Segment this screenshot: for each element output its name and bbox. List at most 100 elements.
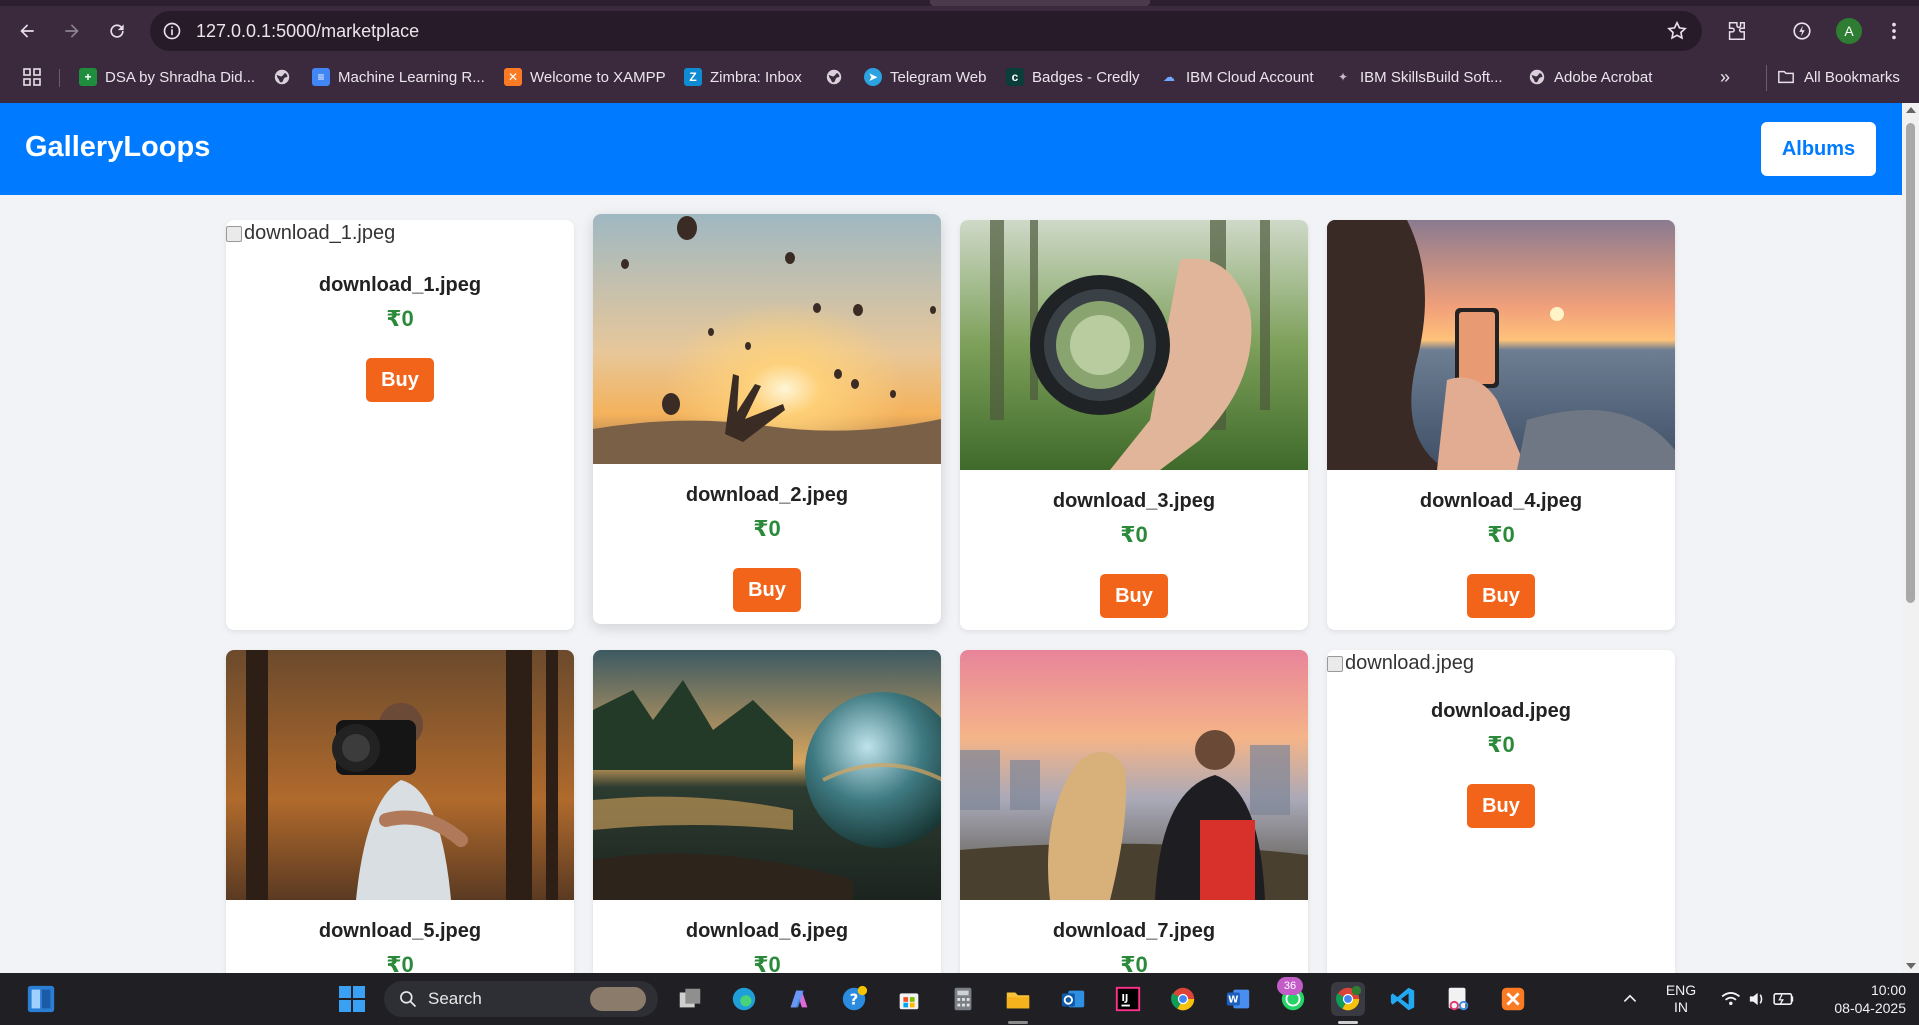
bookmark-item[interactable]: ✕ Welcome to XAMPP <box>504 66 666 88</box>
xampp-button[interactable] <box>1496 982 1530 1016</box>
bookmark-item[interactable]: ☁ IBM Cloud Account <box>1160 66 1314 88</box>
card-image[interactable] <box>960 650 1308 900</box>
region-label: IN <box>1674 999 1688 1015</box>
card-title: download.jpeg <box>1431 700 1571 722</box>
scroll-down-icon[interactable] <box>1906 963 1916 969</box>
bookmark-label: DSA by Shradha Did... <box>105 68 256 86</box>
outlook-button[interactable] <box>1056 982 1090 1016</box>
product-card: download_3.jpeg ₹0 Buy <box>960 220 1308 630</box>
address-bar[interactable]: 127.0.0.1:5000/marketplace <box>150 11 1702 51</box>
buy-button[interactable]: Buy <box>1100 574 1168 618</box>
card-image[interactable] <box>1327 220 1675 470</box>
app-header: GalleryLoops Albums <box>0 103 1902 195</box>
copilot-button[interactable] <box>782 982 816 1016</box>
task-view-button[interactable] <box>673 982 707 1016</box>
bookmark-item[interactable]: c Badges - Credly <box>1006 66 1140 88</box>
menu-button[interactable] <box>1876 13 1912 49</box>
widgets-icon <box>27 985 55 1013</box>
bookmark-item[interactable] <box>825 66 843 88</box>
word-button[interactable]: W <box>1221 982 1255 1016</box>
vscode-button[interactable] <box>1386 982 1420 1016</box>
wifi-icon <box>1721 992 1741 1001</box>
scroll-up-icon[interactable] <box>1906 107 1916 113</box>
bookmark-label: Adobe Acrobat <box>1554 68 1653 86</box>
card-image[interactable] <box>593 650 941 900</box>
site-info-icon[interactable] <box>162 21 182 41</box>
broken-image-icon <box>226 225 242 242</box>
active-tab[interactable] <box>930 0 1150 6</box>
chevron-double-right-icon: » <box>1720 66 1731 87</box>
brand-logo[interactable]: GalleryLoops <box>25 131 210 164</box>
snipping-tool-button[interactable] <box>1441 982 1475 1016</box>
quick-settings-button[interactable] <box>1712 982 1812 1016</box>
product-card: download.jpeg download.jpeg ₹0 Buy <box>1327 650 1675 973</box>
card-price: ₹0 <box>753 952 781 973</box>
skillsbuild-icon: ✦ <box>1337 70 1349 84</box>
chrome-button[interactable] <box>1166 982 1200 1016</box>
vscode-icon <box>1390 987 1415 1011</box>
language-indicator[interactable]: ENG IN <box>1658 982 1704 1016</box>
albums-button[interactable]: Albums <box>1761 122 1876 176</box>
store-button[interactable] <box>892 982 926 1016</box>
all-bookmarks-label: All Bookmarks <box>1804 68 1900 86</box>
back-button[interactable] <box>10 14 44 48</box>
arrow-right-icon <box>65 24 79 38</box>
zimbra-icon: Z <box>684 68 702 86</box>
broken-image-icon <box>1327 655 1343 672</box>
bookmark-item[interactable]: Adobe Acrobat <box>1528 66 1652 88</box>
clock[interactable]: 10:00 08-04-2025 <box>1806 981 1906 1017</box>
notification-badge: 36 <box>1277 977 1303 995</box>
page-scrollbar[interactable] <box>1902 103 1919 973</box>
profile-button[interactable]: A <box>1831 13 1867 49</box>
reload-button[interactable] <box>100 14 134 48</box>
help-button[interactable]: ? <box>837 982 871 1016</box>
tray-overflow-button[interactable] <box>1613 982 1647 1016</box>
buy-button[interactable]: Buy <box>733 568 801 612</box>
scrollbar-thumb[interactable] <box>1906 123 1915 603</box>
card-price: ₹0 <box>1120 522 1148 547</box>
taskbar-search[interactable]: Search <box>384 981 658 1017</box>
windows-taskbar: Search ? IJ W 36 ENG IN 10:00 08-04-2025 <box>0 973 1919 1025</box>
product-card: download_7.jpeg ₹0 <box>960 650 1308 973</box>
apps-button[interactable] <box>22 66 42 88</box>
svg-text:IJ: IJ <box>1121 993 1128 1004</box>
buy-button[interactable]: Buy <box>1467 784 1535 828</box>
forward-button[interactable] <box>55 14 89 48</box>
card-title: download_1.jpeg <box>318 274 482 296</box>
edge-button[interactable] <box>727 982 761 1016</box>
bookmark-item[interactable]: ≡ Machine Learning R... <box>312 66 485 88</box>
bookmarks-overflow-button[interactable]: » <box>1720 66 1730 88</box>
buy-button[interactable]: Buy <box>1467 574 1535 618</box>
chrome-active-button[interactable] <box>1331 982 1365 1016</box>
bookmark-item[interactable] <box>273 66 291 88</box>
product-card: download_1.jpeg download_1.jpeg ₹0 Buy <box>226 220 574 630</box>
bookmark-item[interactable]: ➤ Telegram Web <box>864 66 986 88</box>
file-explorer-button[interactable] <box>1001 982 1035 1016</box>
bookmark-item[interactable]: + DSA by Shradha Did... <box>79 66 255 88</box>
calculator-button[interactable] <box>946 982 980 1016</box>
copilot-icon <box>790 990 808 1008</box>
intellij-button[interactable]: IJ <box>1111 982 1145 1016</box>
bookmark-label: Zimbra: Inbox <box>710 68 802 86</box>
all-bookmarks-button[interactable]: All Bookmarks <box>1776 66 1900 88</box>
broken-image: download_1.jpeg <box>226 222 395 245</box>
widgets-button[interactable] <box>24 982 58 1016</box>
extensions-button[interactable] <box>1718 13 1754 49</box>
bookmark-item[interactable]: ✦ IBM SkillsBuild Soft... <box>1334 66 1503 88</box>
outlook-icon <box>1061 990 1085 1008</box>
bookmark-item[interactable]: Z Zimbra: Inbox <box>684 66 802 88</box>
image-alt-text: download_1.jpeg <box>244 222 396 244</box>
bookmarks-bar: + DSA by Shradha Did... ≡ Machine Learni… <box>0 60 1919 94</box>
globe-icon <box>826 69 842 85</box>
card-image[interactable] <box>226 650 574 900</box>
card-image[interactable] <box>593 214 941 464</box>
url-text[interactable]: 127.0.0.1:5000/marketplace <box>196 21 419 42</box>
buy-button[interactable]: Buy <box>366 358 434 402</box>
card-price: ₹0 <box>386 306 414 331</box>
bookmark-star-icon[interactable] <box>1666 20 1688 42</box>
chrome-icon <box>1336 985 1362 1011</box>
performance-button[interactable] <box>1784 13 1820 49</box>
start-button[interactable] <box>335 982 369 1016</box>
card-image[interactable] <box>960 220 1308 470</box>
puzzle-icon <box>1728 22 1745 40</box>
